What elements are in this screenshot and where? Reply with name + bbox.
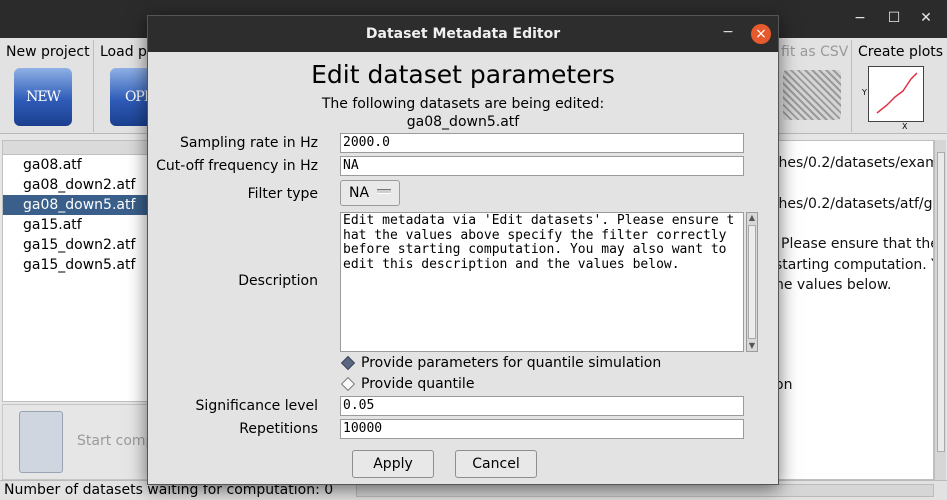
close-icon[interactable]: ✕ xyxy=(916,10,936,26)
dataset-item[interactable]: ga15_down2.atf xyxy=(3,235,151,255)
cancel-button[interactable]: Cancel xyxy=(455,450,537,478)
dialog-close-icon[interactable]: × xyxy=(751,24,771,44)
dialog-minimize-icon[interactable]: − xyxy=(720,24,736,40)
calculator-icon xyxy=(19,411,63,473)
dataset-item[interactable]: ga08.atf xyxy=(3,155,151,175)
details-scroll-thumb[interactable] xyxy=(937,152,945,452)
load-project-label: Load p xyxy=(100,44,147,60)
filter-type-label: Filter type xyxy=(247,186,318,202)
scroll-down-icon[interactable]: ▼ xyxy=(748,341,756,351)
plot-axis-y: Y xyxy=(862,88,867,97)
details-desc-2: starting computation. Yo xyxy=(775,257,934,273)
details-scrollbar[interactable] xyxy=(934,140,946,485)
description-label: Description xyxy=(238,273,318,289)
minimize-icon[interactable]: − xyxy=(850,10,870,26)
dialog-subtitle: The following datasets are being edited: xyxy=(321,96,605,112)
maximize-icon[interactable]: ☐ xyxy=(884,10,904,26)
start-computation-label: Start comp xyxy=(77,433,155,449)
create-plots-button[interactable]: Create plots Y X xyxy=(852,40,947,132)
dataset-item-selected[interactable]: ga08_down5.atf xyxy=(3,195,151,215)
cutoff-frequency-label: Cut-off frequency in Hz xyxy=(156,158,318,174)
radio-quantile-simulation[interactable]: Provide parameters for quantile simulati… xyxy=(340,355,661,371)
filter-type-value: NA xyxy=(349,185,370,201)
sampling-rate-label: Sampling rate in Hz xyxy=(180,135,318,151)
details-hscrollbar[interactable] xyxy=(356,484,934,497)
plot-line-icon xyxy=(876,72,918,114)
combo-indicator-icon xyxy=(377,189,391,194)
new-icon-text: NEW xyxy=(26,89,61,105)
radio-selected-icon xyxy=(340,355,356,371)
export-fit-csv-label: fit as CSV xyxy=(781,44,849,60)
apply-button[interactable]: Apply xyxy=(352,450,434,478)
details-path-2: thes/0.2/datasets/atf/ga xyxy=(773,196,934,212)
dataset-list-header xyxy=(3,141,151,155)
description-scrollbar[interactable]: ▲ ▼ xyxy=(746,212,758,352)
dialog-title: Dataset Metadata Editor xyxy=(365,26,561,42)
plot-axis-x: X xyxy=(902,122,908,131)
new-project-button[interactable]: New project NEW xyxy=(0,40,94,132)
load-project-button[interactable]: Load p OPE xyxy=(94,40,154,132)
description-textarea[interactable]: Edit metadata via 'Edit datasets'. Pleas… xyxy=(340,212,744,352)
radio-unselected-icon xyxy=(340,376,356,392)
repetitions-input[interactable]: 10000 xyxy=(340,419,744,439)
filter-type-select[interactable]: NA xyxy=(340,180,400,206)
details-path-1: thes/0.2/datasets/examp xyxy=(773,155,934,171)
start-computation-button[interactable]: Start comp xyxy=(2,404,155,480)
plot-icon xyxy=(868,66,924,122)
dataset-item[interactable]: ga15.atf xyxy=(3,215,151,235)
details-desc-1: Please ensure that the xyxy=(781,236,934,252)
cutoff-frequency-input[interactable]: NA xyxy=(340,156,744,176)
edited-file-name: ga08_down5.atf xyxy=(406,114,520,130)
dataset-details-panel: thes/0.2/datasets/examp thes/0.2/dataset… xyxy=(760,140,934,480)
dataset-list[interactable]: ga08.atf ga08_down2.atf ga08_down5.atf g… xyxy=(2,140,152,402)
dataset-item[interactable]: ga08_down2.atf xyxy=(3,175,151,195)
dialog-heading: Edit dataset parameters xyxy=(311,60,615,89)
new-folder-icon: NEW xyxy=(14,68,72,126)
description-scroll-thumb[interactable] xyxy=(748,225,756,339)
dataset-item[interactable]: ga15_down5.atf xyxy=(3,255,151,275)
significance-level-input[interactable]: 0.05 xyxy=(340,396,744,416)
new-project-label: New project xyxy=(6,44,90,60)
sampling-rate-input[interactable]: 2000.0 xyxy=(340,133,744,153)
details-desc-3: he values below. xyxy=(775,277,892,293)
create-plots-label: Create plots xyxy=(858,44,944,60)
radio-option1-label: Provide parameters for quantile simulati… xyxy=(361,355,662,371)
significance-level-label: Significance level xyxy=(195,398,318,414)
dialog-titlebar: Dataset Metadata Editor xyxy=(148,16,778,52)
scroll-up-icon[interactable]: ▲ xyxy=(748,213,756,223)
repetitions-label: Repetitions xyxy=(239,421,318,437)
radio-provide-quantile[interactable]: Provide quantile xyxy=(340,376,474,392)
metadata-editor-dialog: Dataset Metadata Editor − × Edit dataset… xyxy=(147,15,779,485)
csv-export-icon xyxy=(783,70,841,120)
radio-option2-label: Provide quantile xyxy=(361,376,475,392)
